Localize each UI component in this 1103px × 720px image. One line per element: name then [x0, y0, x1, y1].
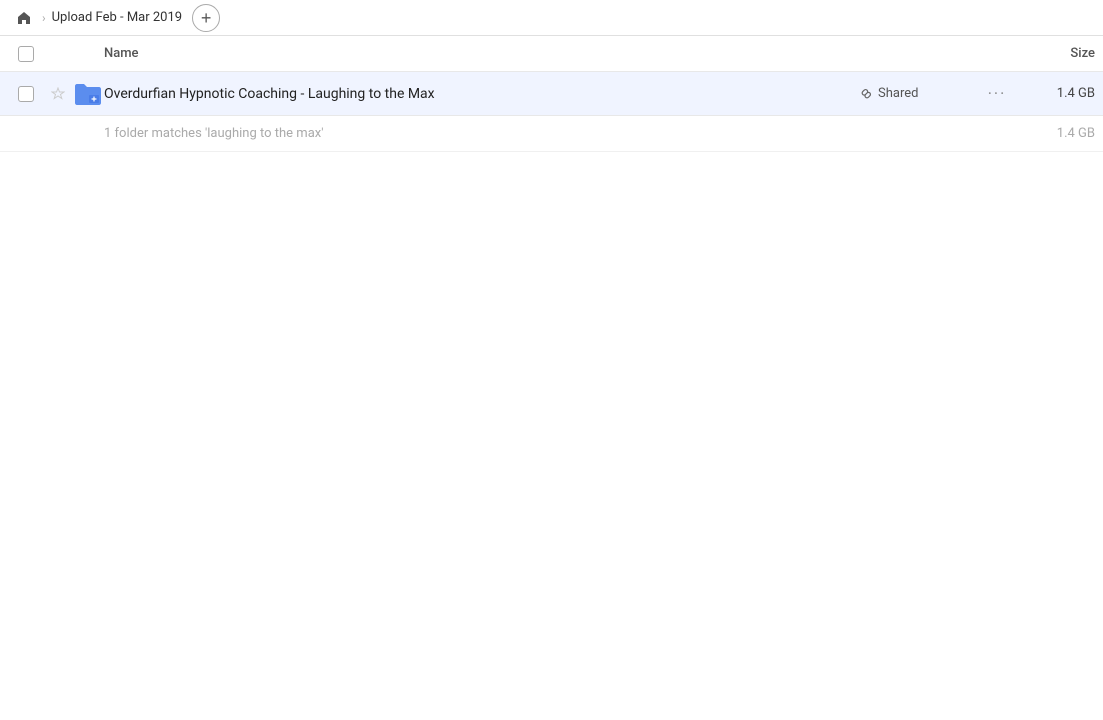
breadcrumb-bar: › Upload Feb - Mar 2019 + — [0, 0, 1103, 36]
folder-icon-wrapper — [72, 78, 104, 110]
star-icon — [51, 87, 65, 101]
row-checkbox-wrapper[interactable] — [8, 86, 44, 102]
shared-badge: Shared — [859, 86, 979, 101]
shared-label: Shared — [878, 86, 918, 101]
checkbox-all[interactable] — [18, 46, 34, 62]
link-icon — [859, 87, 873, 101]
breadcrumb-chevron: › — [42, 11, 46, 25]
name-column-header: Name — [104, 46, 859, 61]
home-button[interactable] — [12, 6, 36, 30]
column-headers: Name Size — [0, 36, 1103, 72]
home-icon — [16, 10, 32, 26]
folder-icon — [73, 81, 103, 107]
file-name: Overdurfian Hypnotic Coaching - Laughing… — [104, 86, 859, 102]
summary-text: 1 folder matches 'laughing to the max' — [8, 126, 1015, 141]
breadcrumb-label: Upload Feb - Mar 2019 — [52, 10, 183, 25]
select-all-checkbox[interactable] — [8, 46, 44, 62]
size-column-header: Size — [1015, 46, 1095, 61]
star-button[interactable] — [44, 87, 72, 101]
more-options-button[interactable]: ··· — [979, 84, 1015, 103]
file-row[interactable]: Overdurfian Hypnotic Coaching - Laughing… — [0, 72, 1103, 116]
add-button[interactable]: + — [192, 4, 220, 32]
summary-row: 1 folder matches 'laughing to the max' 1… — [0, 116, 1103, 152]
file-size: 1.4 GB — [1015, 86, 1095, 101]
summary-size: 1.4 GB — [1015, 126, 1095, 141]
row-checkbox[interactable] — [18, 86, 34, 102]
